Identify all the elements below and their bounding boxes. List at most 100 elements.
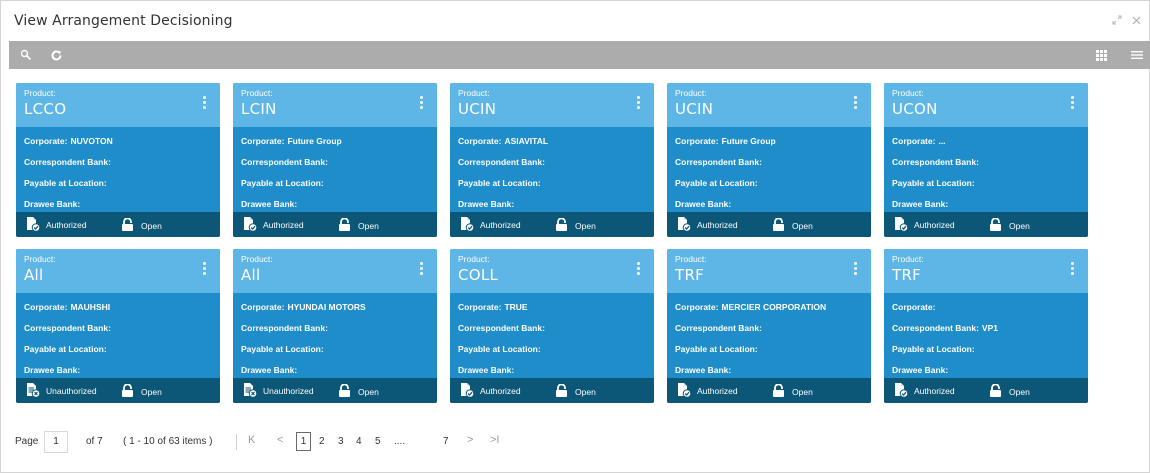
arrangement-card[interactable]: Product: UCIN Corporate: Future Group Corres… [667,83,871,237]
arrangement-card[interactable]: Product: LCCO Corporate: NUVOTON Corresponde… [16,83,220,237]
card-footer: Authorized Open [667,212,871,237]
correspondent-bank-field: Correspondent Bank: [24,318,220,339]
status-text: Unauthorized [263,385,314,396]
drawee-bank-field-label: Drawee Bank: [241,198,298,209]
product-name: TRF [892,266,922,284]
arrangement-card[interactable]: Product: UCIN Corporate: ASIAVITAL Correspon… [450,83,654,237]
authorized-document-icon [25,216,41,234]
first-page-button[interactable]: K [248,434,255,446]
lock-status: Open [121,217,162,233]
card-footer: Unauthorized Open [16,378,220,403]
items-count-text: ( 1 - 10 of 63 items ) [123,436,213,447]
payable-location-field: Payable at Location: [458,173,654,194]
card-body: Corporate: Correspondent Bank: VP1 Payable … [884,293,1088,380]
card-header: Product: LCCO [16,83,220,127]
page-link-1[interactable]: 1 [296,432,311,451]
lock-status: Open [772,383,813,399]
close-icon[interactable] [1132,16,1141,28]
kebab-menu-icon[interactable] [1071,262,1075,275]
corporate-field-value: HYUNDAI MOTORS [287,302,366,313]
status-badge: Authorized [676,216,738,234]
kebab-menu-icon[interactable] [637,96,641,109]
product-name: LCIN [241,100,277,118]
status-badge: Authorized [893,382,955,400]
status-badge: Authorized [459,382,521,400]
kebab-menu-icon[interactable] [854,262,858,275]
payable-location-field: Payable at Location: [892,173,1088,194]
card-footer: Authorized Open [450,378,654,403]
kebab-menu-icon[interactable] [203,262,207,275]
drawee-bank-field-label: Drawee Bank: [24,364,81,375]
prev-page-button[interactable]: < [277,434,283,446]
status-text: Authorized [914,385,955,396]
arrangement-card[interactable]: Product: TRF Corporate: Correspondent Bank:… [884,249,1088,403]
last-page-button[interactable]: >I [490,434,499,446]
page-number-input[interactable]: 1 [44,431,68,453]
correspondent-bank-field: Correspondent Bank: [241,152,437,173]
product-label: Product: [24,254,56,264]
arrangement-card[interactable]: Product: All Corporate: MAUHSHI Corresponden… [16,249,220,403]
drawee-bank-field-label: Drawee Bank: [24,198,81,209]
arrangement-card[interactable]: Product: TRF Corporate: MERCIER CORPORATION… [667,249,871,403]
product-label: Product: [892,254,924,264]
status-badge: Authorized [893,216,955,234]
page-link-2[interactable]: 2 [319,436,325,447]
resize-icon[interactable] [1112,15,1122,28]
kebab-menu-icon[interactable] [854,96,858,109]
corporate-field-label: Corporate: [24,302,68,313]
corporate-field-label: Corporate: [892,136,936,147]
grid-view-icon[interactable] [1093,47,1109,63]
correspondent-bank-field-label: Correspondent Bank: [892,323,979,334]
page-link-4[interactable]: 4 [356,436,362,447]
unlock-icon [772,383,786,399]
status-text: Authorized [46,219,87,230]
status-text: Authorized [480,219,521,230]
arrangement-card[interactable]: Product: COLL Corporate: TRUE Correspondent … [450,249,654,403]
arrangement-card[interactable]: Product: All Corporate: HYUNDAI MOTORS Corre… [233,249,437,403]
next-page-button[interactable]: > [467,434,473,446]
card-footer: Authorized Open [16,212,220,237]
correspondent-bank-field-label: Correspondent Bank: [675,323,762,334]
kebab-menu-icon[interactable] [420,96,424,109]
lock-status: Open [555,383,596,399]
payable-location-field: Payable at Location: [24,173,220,194]
status-badge: Authorized [676,382,738,400]
product-label: Product: [458,88,490,98]
card-header: Product: All [16,249,220,293]
authorized-document-icon [893,382,909,400]
status-text: Authorized [263,219,304,230]
toolbar [9,41,1150,69]
kebab-menu-icon[interactable] [1071,96,1075,109]
corporate-field-value: ASIAVITAL [504,136,549,147]
payable-location-field-label: Payable at Location: [24,177,107,188]
status-text: Authorized [697,219,738,230]
kebab-menu-icon[interactable] [203,96,207,109]
correspondent-bank-field-label: Correspondent Bank: [892,157,979,168]
card-header: Product: UCIN [450,83,654,127]
lock-status-text: Open [358,386,379,397]
arrangement-card[interactable]: Product: UCON Corporate:... Correspondent B… [884,83,1088,237]
card-body: Corporate: Future Group Correspondent Bank… [233,127,437,214]
arrangement-card[interactable]: Product: LCIN Corporate: Future Group Corres… [233,83,437,237]
refresh-icon[interactable] [48,47,64,63]
drawee-bank-field-label: Drawee Bank: [458,364,515,375]
payable-location-field-label: Payable at Location: [24,343,107,354]
page-link-3[interactable]: 3 [338,436,344,447]
app-window: View Arrangement Decisioning Product: LC… [0,0,1150,473]
page-link-5[interactable]: 5 [375,436,381,447]
page-link-7[interactable]: 7 [443,436,449,447]
drawee-bank-field-label: Drawee Bank: [241,364,298,375]
search-icon[interactable] [18,47,34,63]
list-view-icon[interactable] [1129,47,1145,63]
corporate-field-label: Corporate: [458,302,502,313]
kebab-menu-icon[interactable] [420,262,424,275]
card-footer: Authorized Open [884,212,1088,237]
kebab-menu-icon[interactable] [637,262,641,275]
corporate-field: Corporate: ASIAVITAL [458,131,654,152]
drawee-bank-field-label: Drawee Bank: [458,198,515,209]
unauthorized-document-icon [25,382,41,400]
status-text: Unauthorized [46,385,97,396]
corporate-field-label: Corporate: [892,302,936,313]
status-text: Authorized [697,385,738,396]
corporate-field-value: MERCIER CORPORATION [721,302,827,313]
